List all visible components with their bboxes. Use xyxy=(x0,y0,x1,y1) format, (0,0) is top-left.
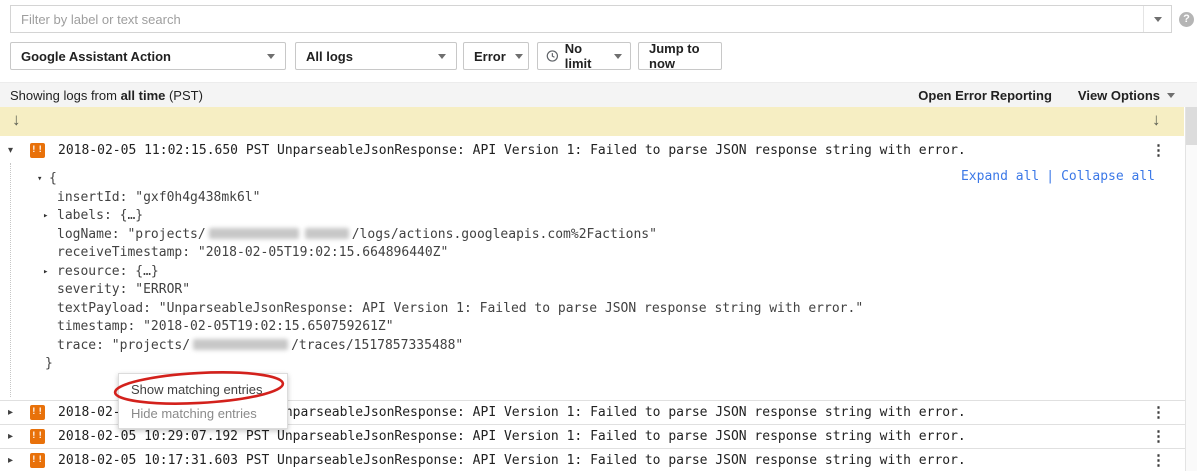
view-options-label: View Options xyxy=(1078,88,1160,103)
log-entry-json-detail: ▾{insertId: "gxf0h4g438mk6l"▸labels: {…}… xyxy=(0,170,1160,374)
log-message: UnparseableJsonResponse: API Version 1: … xyxy=(277,143,966,158)
error-severity-badge: !! xyxy=(30,143,45,158)
error-severity-badge: !! xyxy=(30,405,45,420)
scrollbar-track[interactable] xyxy=(1185,107,1197,471)
redacted-text xyxy=(193,339,288,350)
time-limit-label: No limit xyxy=(565,41,608,71)
stackdriver-logs-viewer-page: { "filter_bar": { "placeholder": "Filter… xyxy=(0,0,1197,471)
json-line-field: timestamp: "2018-02-05T19:02:15.65075926… xyxy=(0,318,1160,337)
clock-icon xyxy=(546,49,559,63)
severity-selector-label: Error xyxy=(474,49,506,64)
json-line-expandable[interactable]: ▸resource: {…} xyxy=(0,263,1160,282)
log-entry-row[interactable]: ▸!! 2018-02-05 10:17:31.603 PSTUnparseabl… xyxy=(0,448,1185,471)
caret-down-icon xyxy=(267,54,275,59)
expand-triangle-icon[interactable]: ▸ xyxy=(8,431,30,442)
log-timestamp: 2018-02-05 10:29:07.192 PST xyxy=(58,429,277,444)
json-line-expandable[interactable]: ▸labels: {…} xyxy=(0,207,1160,226)
help-icon[interactable]: ? xyxy=(1179,12,1194,27)
json-line-redacted: logName: "projects//logs/actions.googlea… xyxy=(0,226,1160,245)
expand-triangle-icon[interactable]: ▸ xyxy=(8,455,30,466)
redacted-text xyxy=(209,228,299,239)
expand-triangle-icon[interactable]: ▸ xyxy=(43,207,48,226)
logs-header-bar: Showing logs from all time (PST) Open Er… xyxy=(0,82,1197,107)
json-line-field: severity: "ERROR" xyxy=(0,281,1160,300)
json-line-close: } xyxy=(0,355,1160,374)
collapse-all-link[interactable]: Collapse all xyxy=(1061,169,1155,184)
log-message: UnparseableJsonResponse: API Version 1: … xyxy=(277,453,966,468)
json-line-field: textPayload: "UnparseableJsonResponse: A… xyxy=(0,300,1160,319)
resource-selector-dropdown[interactable]: Google Assistant Action xyxy=(10,42,286,70)
log-selector-dropdown[interactable]: All logs xyxy=(295,42,457,70)
collapse-triangle-icon[interactable]: ▾ xyxy=(37,170,42,189)
log-message: UnparseableJsonResponse: API Version 1: … xyxy=(277,429,966,444)
log-selector-label: All logs xyxy=(306,49,353,64)
link-separator: | xyxy=(1046,169,1054,184)
showing-logs-text: Showing logs from all time (PST) xyxy=(10,88,203,103)
resource-selector-label: Google Assistant Action xyxy=(21,49,171,64)
caret-down-icon xyxy=(614,54,622,59)
row-context-menu: Show matching entries Hide matching entr… xyxy=(118,373,288,429)
json-line-field: receiveTimestamp: "2018-02-05T19:02:15.6… xyxy=(0,244,1160,263)
json-line-redacted: trace: "projects//traces/1517857335488" xyxy=(0,337,1160,356)
row-overflow-menu-icon[interactable]: ⋮ xyxy=(1151,453,1166,468)
row-overflow-menu-icon[interactable]: ⋮ xyxy=(1151,143,1166,158)
expand-triangle-icon[interactable]: ▸ xyxy=(8,407,30,418)
collapse-triangle-icon[interactable]: ▾ xyxy=(8,145,30,156)
menu-item-hide-matching-entries[interactable]: Hide matching entries xyxy=(131,406,287,421)
jump-to-now-button[interactable]: Jump to now xyxy=(638,42,722,70)
scroll-down-arrow-icon[interactable]: ↓ xyxy=(1152,110,1161,130)
stream-logs-bar[interactable]: ↓ ↓ xyxy=(0,107,1184,136)
json-line-field: insertId: "gxf0h4g438mk6l" xyxy=(0,189,1160,208)
log-timestamp: 2018-02-05 10:17:31.603 PST xyxy=(58,453,277,468)
filter-input-container[interactable] xyxy=(10,5,1172,33)
time-range-value: all time xyxy=(121,88,166,103)
row-overflow-menu-icon[interactable]: ⋮ xyxy=(1151,429,1166,444)
row-overflow-menu-icon[interactable]: ⋮ xyxy=(1151,405,1166,420)
view-options-dropdown[interactable]: View Options xyxy=(1078,88,1175,103)
scrollbar-thumb[interactable] xyxy=(1186,107,1197,145)
filter-input[interactable] xyxy=(11,6,1143,32)
log-message: UnparseableJsonResponse: API Version 1: … xyxy=(277,405,966,420)
caret-down-icon xyxy=(515,54,523,59)
expand-all-link[interactable]: Expand all xyxy=(961,169,1039,184)
caret-down-icon xyxy=(1167,93,1175,98)
caret-down-icon xyxy=(438,54,446,59)
open-error-reporting-link[interactable]: Open Error Reporting xyxy=(918,88,1052,103)
severity-selector-dropdown[interactable]: Error xyxy=(463,42,529,70)
filter-dropdown-toggle[interactable] xyxy=(1143,6,1171,32)
error-severity-badge: !! xyxy=(30,429,45,444)
expand-triangle-icon[interactable]: ▸ xyxy=(43,263,48,282)
expand-collapse-links: Expand all | Collapse all xyxy=(961,169,1155,184)
redacted-text xyxy=(305,228,349,239)
error-severity-badge: !! xyxy=(30,453,45,468)
scroll-down-arrow-icon[interactable]: ↓ xyxy=(12,110,21,130)
log-timestamp: 2018-02-05 11:02:15.650 PST xyxy=(58,143,277,158)
time-limit-dropdown[interactable]: No limit xyxy=(537,42,631,70)
log-entry-row-expanded[interactable]: ▾ !! 2018-02-05 11:02:15.650 PST Unparse… xyxy=(0,137,1185,163)
menu-item-show-matching-entries[interactable]: Show matching entries xyxy=(131,382,287,397)
jump-to-now-label: Jump to now xyxy=(649,41,711,71)
caret-down-icon xyxy=(1154,17,1162,22)
